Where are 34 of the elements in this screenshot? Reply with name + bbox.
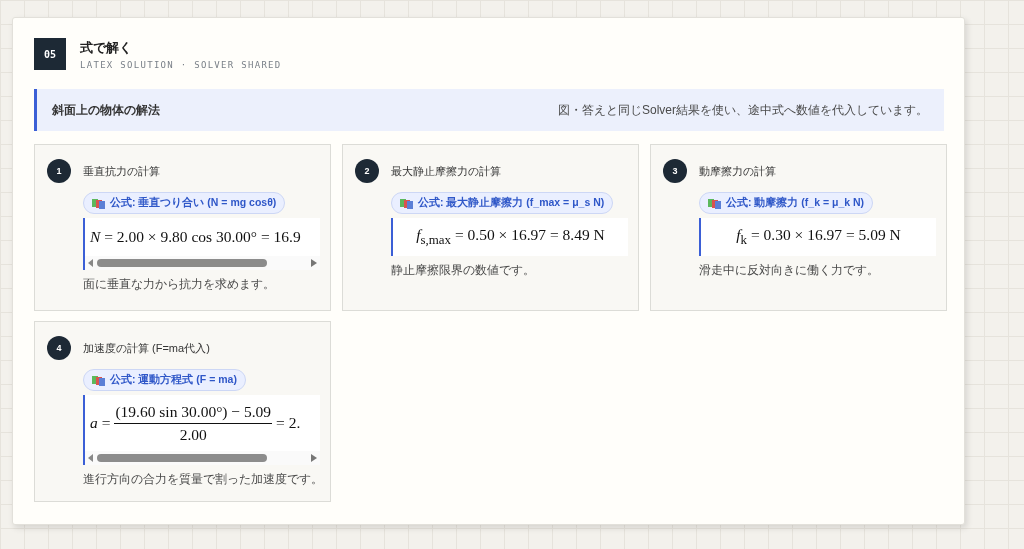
- step-title: 垂直抗力の計算: [83, 163, 160, 179]
- equation-lhs: a =: [90, 414, 111, 432]
- step-title: 最大静止摩擦力の計算: [391, 163, 501, 179]
- step-caption: 静止摩擦限界の数値です。: [391, 262, 536, 279]
- step-number: 1: [47, 159, 71, 183]
- horizontal-scrollbar[interactable]: [85, 451, 320, 465]
- step-caption: 面に垂直な力から抗力を求めます。: [83, 276, 276, 293]
- formula-tag: 公式: 動摩擦力 (f_k = μ_k N): [699, 192, 874, 214]
- banner-title: 斜面上の物体の解法: [52, 102, 160, 118]
- books-icon: [400, 197, 413, 209]
- fraction-denominator: 2.00: [179, 424, 207, 444]
- books-icon: [708, 197, 721, 209]
- equation: N = 2.00 × 9.80 cos 30.00° = 16.9: [90, 228, 301, 246]
- formula-tag: 公式: 垂直つり合い (N = mg cosθ): [83, 192, 286, 214]
- fraction-numerator: (19.60 sin 30.00°) − 5.09: [114, 402, 273, 424]
- formula-tag: 公式: 最大静止摩擦力 (f_max = μ_s N): [391, 192, 614, 214]
- equation-rhs: = 2.: [276, 414, 301, 432]
- step-caption: 滑走中に反対向きに働く力です。: [699, 262, 880, 279]
- horizontal-scrollbar[interactable]: [85, 256, 320, 270]
- banner-note: 図・答えと同じSolver結果を使い、途中式へ数値を代入しています。: [558, 101, 928, 119]
- step-number: 4: [47, 336, 71, 360]
- books-icon: [92, 197, 105, 209]
- formula-tag: 公式: 運動方程式 (F = ma): [83, 369, 246, 391]
- equation: f$_{k}$ = 0.30 × 16.97 = 5.09 N: [736, 225, 901, 249]
- step-caption: 進行方向の合力を質量で割った加速度です。: [83, 471, 324, 488]
- section-number: 05: [34, 38, 66, 70]
- step-number: 3: [663, 159, 687, 183]
- step-title: 加速度の計算 (F=ma代入): [83, 340, 210, 356]
- books-icon: [92, 374, 105, 386]
- section-subtitle: LATEX SOLUTION · SOLVER SHARED: [80, 59, 282, 70]
- equation: f$_{s,max}$ = 0.50 × 16.97 = 8.49 N: [416, 225, 605, 249]
- step-number: 2: [355, 159, 379, 183]
- step-title: 動摩擦力の計算: [699, 163, 776, 179]
- section-title: 式で解く: [80, 38, 133, 57]
